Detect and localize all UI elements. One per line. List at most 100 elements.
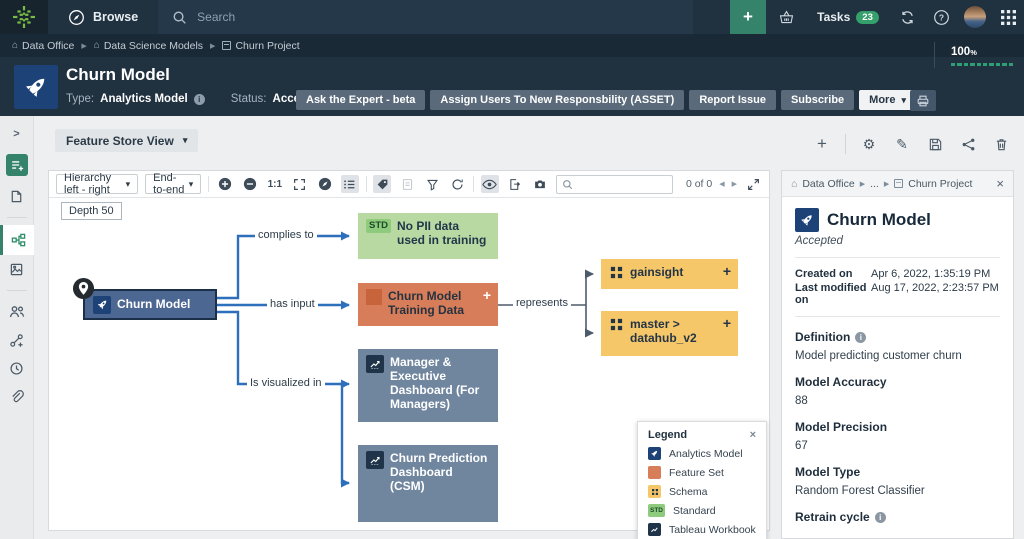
global-search <box>158 0 694 34</box>
status-label: Status: <box>230 93 267 105</box>
panel-crumb-project[interactable]: Churn Project <box>908 178 972 190</box>
home-icon: ⌂ <box>93 40 100 51</box>
sidebar-item-relations[interactable] <box>0 326 34 354</box>
help-button[interactable]: ? <box>924 0 958 34</box>
panel-crumb-ellipsis[interactable]: ... <box>870 178 879 190</box>
relations-icon <box>10 333 23 347</box>
completeness-value: 100 <box>951 46 971 58</box>
asset-header: Churn Model Type: Analytics Model i Stat… <box>0 57 1024 116</box>
sidebar-item-responsibilities[interactable] <box>0 298 34 326</box>
legend-label: Schema <box>669 485 708 498</box>
breadcrumb-item-project[interactable]: Churn Project <box>222 40 300 52</box>
schema-icon <box>610 266 623 279</box>
add-view-button[interactable]: + <box>812 134 832 154</box>
plus-icon: + <box>743 7 753 26</box>
panel-crumb-domain[interactable]: Data Office <box>802 178 854 190</box>
home-icon: ⌂ <box>12 40 19 51</box>
chevron-down-icon: ▾ <box>182 135 188 145</box>
chevron-right-icon: ▶ <box>883 180 890 188</box>
sidebar-item-attachments[interactable] <box>0 382 34 410</box>
sidebar-item-diagram-active[interactable] <box>0 225 34 255</box>
breadcrumb-item-domain[interactable]: ⌂ Data Office <box>12 40 74 52</box>
view-selector-label: Feature Store View <box>66 133 174 148</box>
sidebar-item-pictures[interactable] <box>0 255 34 283</box>
divider <box>845 134 846 154</box>
more-label: More <box>869 94 896 106</box>
sync-button[interactable] <box>890 0 924 34</box>
view-settings-button[interactable]: ⚙ <box>859 134 879 154</box>
expand-node-button[interactable]: + <box>723 315 731 332</box>
breadcrumb-item-models[interactable]: ⌂ Data Science Models <box>94 40 203 52</box>
completeness-unit: % <box>970 48 977 57</box>
apps-grid-button[interactable] <box>992 0 1024 34</box>
node-label: Manager & Executive Dashboard (For Manag… <box>390 355 480 412</box>
created-on-label: Created on <box>795 268 853 280</box>
share-view-button[interactable] <box>958 134 978 154</box>
completeness-indicator: 100% <box>934 42 1013 68</box>
assign-users-button[interactable]: Assign Users To New Responsbility (ASSET… <box>430 90 685 110</box>
sidebar-item-documents[interactable] <box>0 182 34 210</box>
expand-node-button[interactable]: + <box>483 287 491 304</box>
sidebar-expand-button[interactable]: > <box>0 120 34 148</box>
history-icon <box>10 361 23 375</box>
create-button[interactable]: + <box>730 0 766 34</box>
depth-input[interactable]: Depth 50 <box>61 202 122 220</box>
user-menu[interactable] <box>958 0 992 34</box>
app-logo[interactable] <box>0 0 48 34</box>
breadcrumb: ⌂ Data Office ▶ ⌂ Data Science Models ▶ … <box>0 34 1024 57</box>
legend-label: Feature Set <box>669 466 724 479</box>
left-sidebar: > <box>0 116 34 539</box>
close-icon[interactable]: × <box>996 176 1004 191</box>
project-icon <box>222 41 232 50</box>
search-icon <box>173 11 186 24</box>
legend-item-feature-set: Feature Set <box>648 466 756 479</box>
standard-swatch: STD <box>648 504 665 517</box>
image-document-icon <box>10 263 23 275</box>
node-churn-model[interactable]: Churn Model <box>72 277 217 320</box>
analytics-model-swatch <box>648 447 661 460</box>
node-schema-master-datahub[interactable]: master > datahub_v2 + <box>601 311 738 356</box>
save-icon <box>929 138 941 150</box>
chevron-down-icon: ▾ <box>901 94 906 105</box>
info-icon[interactable]: i <box>874 511 886 523</box>
more-button[interactable]: More ▾ <box>859 90 916 110</box>
search-input[interactable] <box>197 10 598 24</box>
analytics-model-icon <box>93 295 111 314</box>
subscribe-button[interactable]: Subscribe <box>780 90 855 110</box>
info-icon[interactable]: i <box>855 331 867 343</box>
tasks-button[interactable]: Tasks 23 <box>806 0 890 34</box>
last-modified-value: Aug 17, 2022, 2:23:57 PM <box>871 282 999 294</box>
sidebar-divider <box>6 290 27 291</box>
info-icon[interactable]: i <box>193 93 205 105</box>
trash-icon <box>996 138 1006 150</box>
people-icon <box>9 306 24 318</box>
legend-item-analytics-model: Analytics Model <box>648 447 756 460</box>
breadcrumb-label: Data Office <box>22 39 75 52</box>
save-view-button[interactable] <box>925 134 945 154</box>
chevron-right-icon: ▶ <box>81 42 87 50</box>
expand-node-button[interactable]: + <box>723 263 731 280</box>
browse-menu[interactable]: Browse <box>48 0 158 34</box>
basket-button[interactable] <box>766 0 806 34</box>
delete-view-button[interactable] <box>991 134 1011 154</box>
node-standard-no-pii[interactable]: STD No PII data used in training <box>358 213 498 259</box>
report-issue-button[interactable]: Report Issue <box>689 90 776 110</box>
node-schema-gainsight[interactable]: gainsight + <box>601 259 738 289</box>
ask-expert-button[interactable]: Ask the Expert - beta <box>296 90 426 110</box>
node-workbook-manager-dashboard[interactable]: Manager & Executive Dashboard (For Manag… <box>358 349 498 422</box>
breadcrumb-label: Data Science Models <box>103 39 204 52</box>
sidebar-item-add-characteristic[interactable] <box>5 154 28 176</box>
sidebar-item-history[interactable] <box>0 354 34 382</box>
sidebar-divider <box>6 217 27 218</box>
divider <box>795 257 1000 258</box>
node-workbook-churn-dashboard[interactable]: Churn Prediction Dashboard (CSM) <box>358 445 498 522</box>
view-selector[interactable]: Feature Store View ▾ <box>55 129 199 152</box>
node-feature-set-training-data[interactable]: Churn Model Training Data + <box>358 283 498 326</box>
legend-item-tableau-workbook: Tableau Workbook <box>648 523 756 536</box>
app-page: Browse + Tasks 23 <box>0 0 1024 539</box>
print-button[interactable] <box>910 90 936 111</box>
edit-view-button[interactable]: ✎ <box>892 134 912 154</box>
legend-label: Tableau Workbook <box>669 523 756 536</box>
close-icon[interactable]: × <box>750 429 756 441</box>
